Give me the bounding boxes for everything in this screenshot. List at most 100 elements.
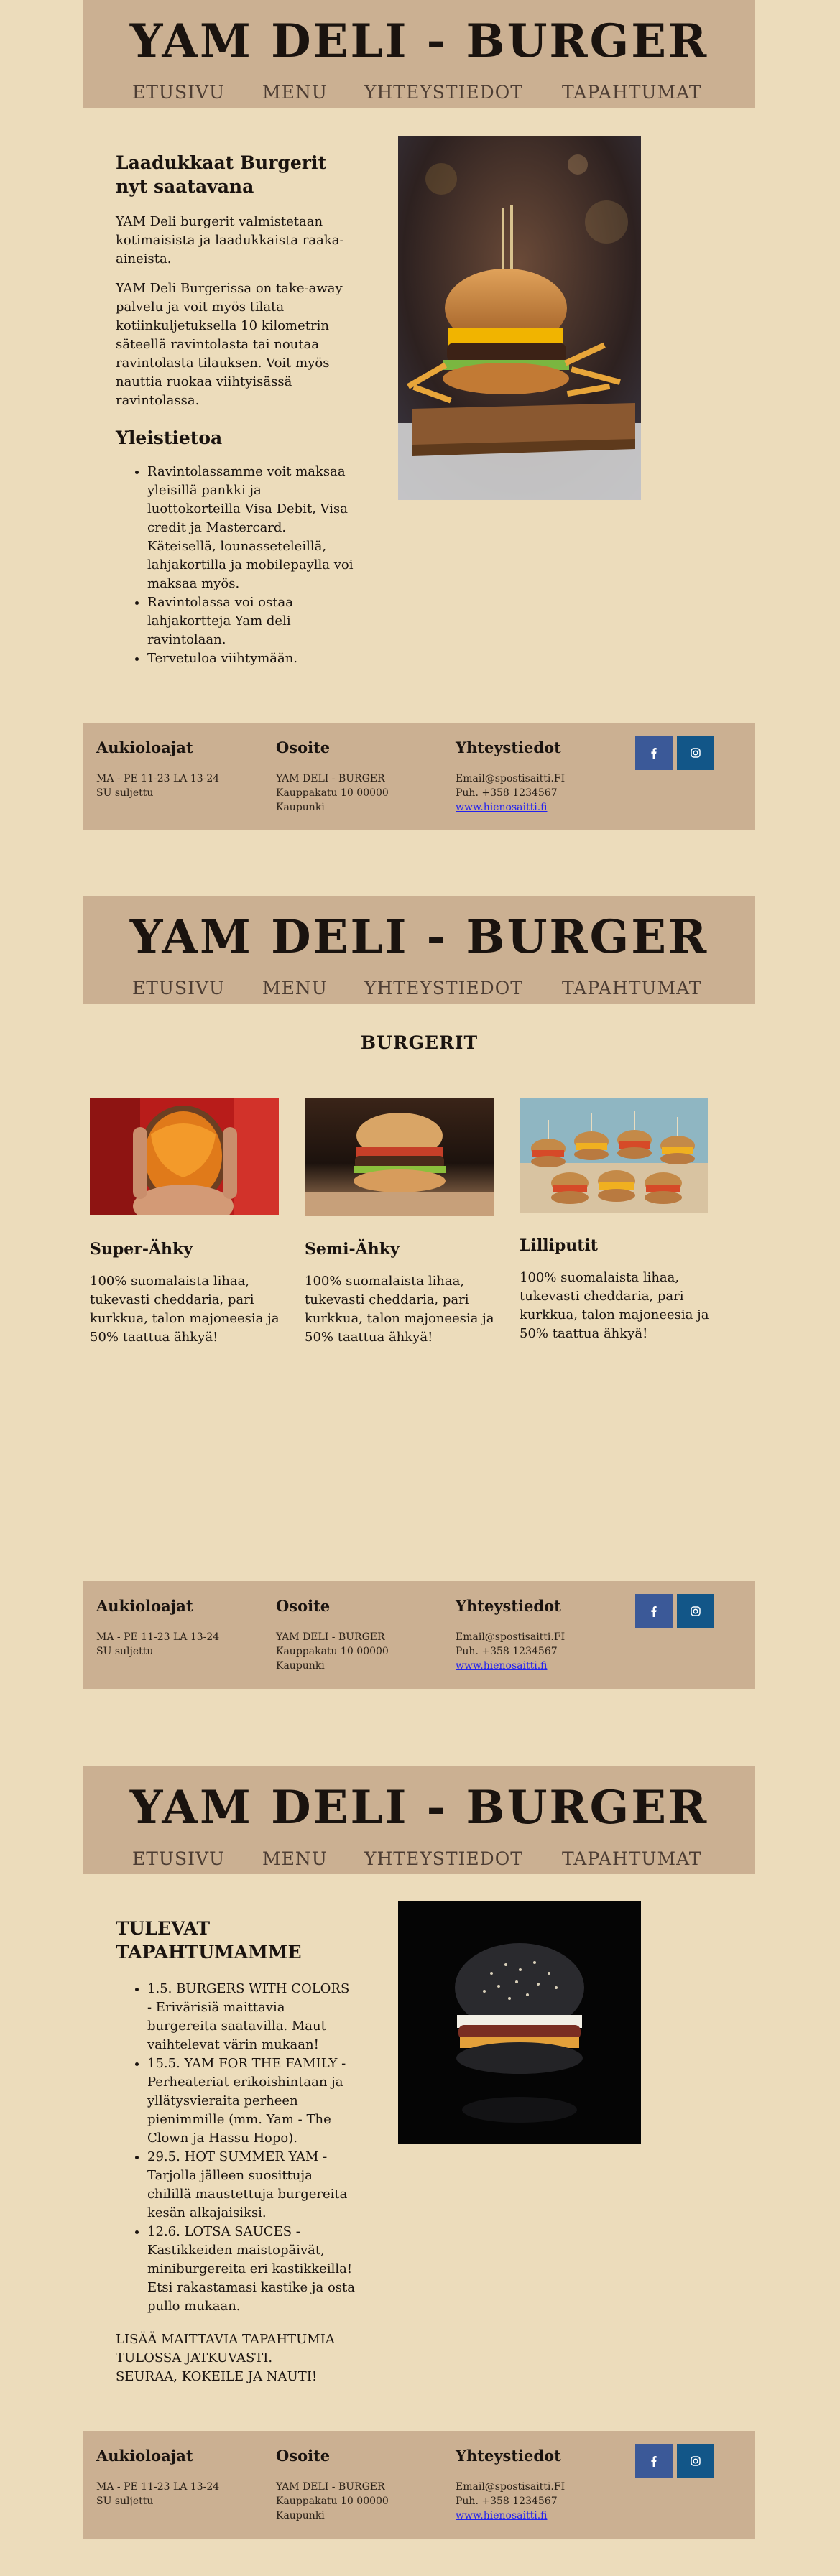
- menu-page: YAM DELI - BURGER ETUSIVU MENU YHTEYSTIE…: [83, 896, 755, 1689]
- delivery-paragraph: YAM Deli Burgerissa on take-away palvelu…: [116, 281, 343, 408]
- website-link[interactable]: www.hienosaitti.fi: [456, 1659, 565, 1673]
- list-item: 1.5. BURGERS WITH COLORS - Erivärisiä ma…: [147, 1980, 356, 2054]
- semi-ahky-photo: [305, 1098, 494, 1216]
- nav-yhteystiedot[interactable]: YHTEYSTIEDOT: [364, 1848, 523, 1869]
- site-header: YAM DELI - BURGER ETUSIVU MENU YHTEYSTIE…: [83, 1766, 755, 1874]
- nav-menu[interactable]: MENU: [262, 978, 328, 999]
- hours-weekdays: MA - PE 11-23 LA 13-24: [96, 773, 220, 784]
- nav-tapahtumat[interactable]: TAPAHTUMAT: [562, 82, 701, 103]
- item-name: Semi-Ähky: [305, 1240, 400, 1259]
- website-link[interactable]: www.hienosaitti.fi: [456, 2508, 565, 2523]
- site-header: YAM DELI - BURGER ETUSIVU MENU YHTEYSTIE…: [83, 896, 755, 1004]
- home-page: YAM DELI - BURGER ETUSIVU MENU YHTEYSTIE…: [83, 0, 755, 830]
- address-column: Osoite YAM DELI - BURGER Kauppakatu 10 0…: [276, 738, 389, 815]
- address-city: Kaupunki: [276, 802, 325, 813]
- contact-phone: Puh. +358 1234567: [456, 1646, 558, 1657]
- hours-title: Aukioloajat: [96, 738, 193, 756]
- list-item: 12.6. LOTSA SAUCES - Kastikkeiden maisto…: [147, 2223, 356, 2316]
- address-title: Osoite: [276, 1597, 331, 1615]
- nav-yhteystiedot[interactable]: YHTEYSTIEDOT: [364, 82, 523, 103]
- address-name: YAM DELI - BURGER: [276, 1631, 385, 1643]
- instagram-icon: [691, 2456, 701, 2466]
- website-link[interactable]: www.hienosaitti.fi: [456, 800, 565, 815]
- events-section: TULEVAT TAPAHTUMAMME 1.5. BURGERS WITH C…: [116, 1917, 356, 2386]
- closing-line: LISÄÄ MAITTAVIA TAPAHTUMIA TULOSSA JATKU…: [116, 2332, 335, 2366]
- instagram-button[interactable]: [677, 736, 714, 770]
- events-heading: TULEVAT TAPAHTUMAMME: [116, 1918, 302, 1963]
- nav-yhteystiedot[interactable]: YHTEYSTIEDOT: [364, 978, 523, 999]
- address-name: YAM DELI - BURGER: [276, 773, 385, 784]
- hours-column: Aukioloajat MA - PE 11-23 LA 13-24 SU su…: [96, 2447, 219, 2508]
- info-list: Ravintolassamme voit maksaa yleisillä pa…: [116, 463, 356, 668]
- contact-title: Yhteystiedot: [456, 1597, 561, 1615]
- contact-phone: Puh. +358 1234567: [456, 2496, 558, 2507]
- list-item: 15.5. YAM FOR THE FAMILY - Perheateriat …: [147, 2054, 356, 2148]
- contact-email: Email@spostisaitti.FI: [456, 2481, 566, 2493]
- events-closing: LISÄÄ MAITTAVIA TAPAHTUMIA TULOSSA JATKU…: [116, 2330, 356, 2386]
- hours-column: Aukioloajat MA - PE 11-23 LA 13-24 SU su…: [96, 1597, 219, 1659]
- facebook-button[interactable]: [635, 2444, 673, 2478]
- site-footer: Aukioloajat MA - PE 11-23 LA 13-24 SU su…: [83, 2431, 755, 2539]
- burger-photo: [398, 136, 641, 500]
- black-burger-photo: [398, 1901, 641, 2144]
- events-page: YAM DELI - BURGER ETUSIVU MENU YHTEYSTIE…: [83, 1766, 755, 2539]
- main-nav: ETUSIVU MENU YHTEYSTIEDOT TAPAHTUMAT: [83, 978, 755, 999]
- site-footer: Aukioloajat MA - PE 11-23 LA 13-24 SU su…: [83, 723, 755, 830]
- closing-line: SEURAA, KOKEILE JA NAUTI!: [116, 2369, 318, 2384]
- nav-menu[interactable]: MENU: [262, 1848, 328, 1869]
- contact-email: Email@spostisaitti.FI: [456, 1631, 566, 1643]
- nav-menu[interactable]: MENU: [262, 82, 328, 103]
- hours-sunday: SU suljettu: [96, 2496, 154, 2507]
- address-title: Osoite: [276, 2447, 331, 2465]
- hours-title: Aukioloajat: [96, 2447, 193, 2465]
- address-column: Osoite YAM DELI - BURGER Kauppakatu 10 0…: [276, 2447, 389, 2523]
- facebook-button[interactable]: [635, 736, 673, 770]
- info-heading: Yleistietoa: [116, 427, 223, 448]
- item-name: Lilliputit: [520, 1236, 598, 1255]
- main-nav: ETUSIVU MENU YHTEYSTIEDOT TAPAHTUMAT: [83, 82, 755, 103]
- hours-sunday: SU suljettu: [96, 1646, 154, 1657]
- nav-etusivu[interactable]: ETUSIVU: [132, 82, 225, 103]
- hours-weekdays: MA - PE 11-23 LA 13-24: [96, 2481, 220, 2493]
- hours-column: Aukioloajat MA - PE 11-23 LA 13-24 SU su…: [96, 738, 219, 800]
- intro-paragraph: YAM Deli burgerit valmistetaan kotimaisi…: [116, 214, 344, 267]
- menu-heading: BURGERIT: [360, 1032, 479, 1053]
- item-description: 100% suomalaista lihaa, tukevasti chedda…: [520, 1270, 709, 1341]
- site-header: YAM DELI - BURGER ETUSIVU MENU YHTEYSTIE…: [83, 0, 755, 108]
- contact-phone: Puh. +358 1234567: [456, 787, 558, 799]
- address-city: Kaupunki: [276, 2510, 325, 2521]
- item-description: 100% suomalaista lihaa, tukevasti chedda…: [90, 1274, 280, 1345]
- facebook-icon: [651, 1606, 657, 1617]
- contact-column: Yhteystiedot Email@spostisaitti.FI Puh. …: [456, 1597, 565, 1673]
- contact-title: Yhteystiedot: [456, 738, 561, 756]
- item-description: 100% suomalaista lihaa, tukevasti chedda…: [305, 1274, 494, 1345]
- facebook-icon: [651, 2456, 657, 2467]
- site-title: YAM DELI - BURGER: [129, 910, 709, 964]
- contact-column: Yhteystiedot Email@spostisaitti.FI Puh. …: [456, 2447, 565, 2523]
- nav-tapahtumat[interactable]: TAPAHTUMAT: [562, 1848, 701, 1869]
- item-name: Super-Ähky: [90, 1240, 193, 1259]
- address-street: Kauppakatu 10 00000: [276, 1646, 389, 1657]
- site-title: YAM DELI - BURGER: [129, 1781, 709, 1835]
- address-title: Osoite: [276, 738, 331, 756]
- lilliputit-photo: [520, 1098, 708, 1213]
- nav-etusivu[interactable]: ETUSIVU: [132, 1848, 225, 1869]
- address-column: Osoite YAM DELI - BURGER Kauppakatu 10 0…: [276, 1597, 389, 1673]
- instagram-button[interactable]: [677, 1594, 714, 1628]
- facebook-button[interactable]: [635, 1594, 673, 1628]
- instagram-button[interactable]: [677, 2444, 714, 2478]
- contact-title: Yhteystiedot: [456, 2447, 561, 2465]
- address-name: YAM DELI - BURGER: [276, 2481, 385, 2493]
- contact-email: Email@spostisaitti.FI: [456, 773, 566, 784]
- list-item: Tervetuloa viihtymään.: [147, 649, 356, 668]
- nav-tapahtumat[interactable]: TAPAHTUMAT: [562, 978, 701, 999]
- hours-weekdays: MA - PE 11-23 LA 13-24: [96, 1631, 220, 1643]
- hours-title: Aukioloajat: [96, 1597, 193, 1615]
- intro-section: Laadukkaat Burgerit nyt saatavana YAM De…: [116, 151, 356, 668]
- list-item: Ravintolassamme voit maksaa yleisillä pa…: [147, 463, 356, 593]
- site-footer: Aukioloajat MA - PE 11-23 LA 13-24 SU su…: [83, 1581, 755, 1689]
- super-ahky-photo: [90, 1098, 279, 1215]
- nav-etusivu[interactable]: ETUSIVU: [132, 978, 225, 999]
- list-item: Ravintolassa voi ostaa lahjakortteja Yam…: [147, 593, 356, 649]
- events-list: 1.5. BURGERS WITH COLORS - Erivärisiä ma…: [116, 1980, 356, 2316]
